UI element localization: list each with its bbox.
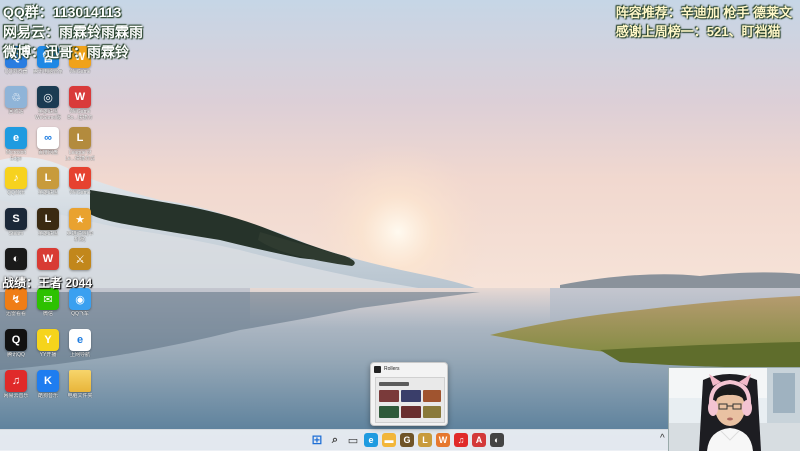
desktop-shortcut-label: 微信 bbox=[42, 311, 53, 317]
desktop-shortcut[interactable]: ♫ 网易云音乐 bbox=[1, 370, 31, 405]
desktop-shortcut-label: 酷狗音乐 bbox=[37, 393, 58, 399]
baidu-netdisk-icon: ∞ bbox=[37, 127, 59, 149]
edge-taskbar-icon[interactable]: e bbox=[364, 433, 378, 447]
desktop-shortcut-label: 英雄联盟 bbox=[37, 231, 58, 237]
desktop-shortcut-label: Microsoft Edge bbox=[5, 150, 27, 162]
wegame-taskbar-icon[interactable]: W bbox=[436, 433, 450, 447]
preview-title: Rollers bbox=[384, 366, 400, 372]
desktop-shortcut-label: 腾讯QQ bbox=[7, 352, 25, 358]
thanks-text: 感谢上周榜一：521、盯裆猫 bbox=[615, 24, 781, 39]
desktop-shortcut[interactable]: W WeGame bbox=[65, 167, 95, 202]
game-icon: ◐ bbox=[5, 248, 27, 270]
lol-gold-taskbar-icon[interactable]: ◐ bbox=[490, 433, 504, 447]
desktop-shortcut-label: QQ浏览器 bbox=[4, 69, 28, 75]
desktop-shortcut[interactable]: ∞ 百度网盘 bbox=[33, 127, 63, 162]
kugou-icon: K bbox=[37, 370, 59, 392]
xunlei-icon: ↯ bbox=[5, 288, 27, 310]
league-icon: L bbox=[69, 127, 91, 149]
qq-music-icon: ♪ bbox=[5, 167, 27, 189]
desktop-shortcut[interactable]: e Microsoft Edge bbox=[1, 127, 31, 162]
app-taskbar-icon[interactable]: A bbox=[472, 433, 486, 447]
desktop-shortcut-label: 电脑文件夹 bbox=[67, 393, 93, 399]
desktop-shortcut[interactable]: S Steam bbox=[1, 208, 31, 243]
desktop-icon-grid: Q QQ浏览器管腾讯电脑管家 W WeGame ♲ 回收站 ◎ 英雄联盟WeGame版 W WeG… bbox=[0, 46, 100, 416]
netease-text: 网易云：雨霖铃雨霖雨 bbox=[3, 24, 143, 40]
desktop-shortcut-label: YY开播 bbox=[39, 352, 57, 358]
desktop-shortcut-label: 英雄联盟 bbox=[37, 190, 58, 196]
rank-record-text: 战绩：王者 2044 bbox=[2, 276, 93, 290]
desktop-shortcut[interactable]: ♲ 回收站 bbox=[1, 86, 31, 121]
desktop-shortcut[interactable]: 电脑文件夹 bbox=[65, 370, 95, 405]
yy-icon: Y bbox=[37, 329, 59, 351]
steam-icon: S bbox=[5, 208, 27, 230]
league-taskbar-icon[interactable]: G bbox=[400, 433, 414, 447]
desktop-shortcut-label: 百度网盘 bbox=[37, 150, 58, 156]
show-hidden-icons-chevron-icon[interactable]: ^ bbox=[660, 433, 665, 444]
desktop-shortcut-label: 迅雷看看 bbox=[5, 311, 26, 317]
desktop-shortcut[interactable]: K 酷狗音乐 bbox=[33, 370, 63, 405]
stream-info-right: 阵容推荐：辛迪加 枪手 德莱文 感谢上周榜一：521、盯裆猫 bbox=[616, 3, 792, 41]
desktop-shortcut-label: 上网导航 bbox=[69, 352, 90, 358]
desktop-shortcut[interactable]: ↯ 迅雷看看 bbox=[1, 288, 31, 323]
search-icon[interactable]: ⌕ bbox=[328, 433, 342, 447]
stream-info-left: QQ群：113014113 网易云：雨霖铃雨霖雨 微博：迅哥：雨霖铃 bbox=[3, 2, 143, 62]
task-view-icon[interactable]: ▭ bbox=[346, 433, 360, 447]
desktop-shortcut-label: 腾讯电脑管家 bbox=[33, 69, 63, 75]
desktop-shortcut-label: QQ音乐 bbox=[7, 190, 25, 196]
taskbar-window-preview[interactable]: Rollers bbox=[370, 362, 448, 426]
desktop-shortcut-label: QQ飞车 bbox=[71, 311, 89, 317]
desktop-shortcut[interactable]: WWeGame Bo...快捷方式 bbox=[65, 86, 95, 121]
netease-taskbar-icon[interactable]: ♫ bbox=[454, 433, 468, 447]
desktop-shortcut-label: WeGame bbox=[69, 69, 91, 75]
lol-taskbar-icon[interactable]: L bbox=[418, 433, 432, 447]
qq-group-text: QQ群：113014113 bbox=[3, 4, 122, 20]
desktop-shortcut-label: WeGame bbox=[69, 190, 91, 196]
lol-gold-icon: L bbox=[37, 208, 59, 230]
desktop-shortcut[interactable]: ✉ 微信 bbox=[33, 288, 63, 323]
netease-music-icon: ♫ bbox=[5, 370, 27, 392]
desktop-shortcut-label: WeGame Bo...快捷方式 bbox=[67, 109, 93, 121]
ie-icon: e bbox=[69, 329, 91, 351]
desktop-shortcut[interactable]: ★ 英雄联盟(单机版) bbox=[65, 208, 95, 243]
qq-icon: Q bbox=[5, 329, 27, 351]
streamer-webcam bbox=[668, 367, 800, 451]
wegame-small-icon: W bbox=[37, 248, 59, 270]
file-explorer-icon[interactable]: ▬ bbox=[382, 433, 396, 447]
desktop-shortcut[interactable]: ◉ QQ飞车 bbox=[65, 288, 95, 323]
app-icon bbox=[374, 365, 381, 373]
desktop-shortcut-label: 回收站 bbox=[8, 109, 24, 115]
folder-icon bbox=[69, 370, 91, 392]
weibo-text: 微博：迅哥：雨霖铃 bbox=[3, 44, 129, 60]
recommend-text: 阵容推荐：辛迪加 枪手 德莱文 bbox=[615, 5, 792, 20]
start-icon[interactable]: ⊞ bbox=[310, 432, 324, 447]
desktop-shortcut[interactable]: e 上网导航 bbox=[65, 329, 95, 364]
desktop-shortcut-label: 英雄联盟(单机版) bbox=[66, 231, 94, 243]
recycle-bin-icon: ♲ bbox=[5, 86, 27, 108]
desktop-shortcut[interactable]: ♪ QQ音乐 bbox=[1, 167, 31, 202]
desktop-shortcut[interactable]: Q 腾讯QQ bbox=[1, 329, 31, 364]
desktop-shortcut-label: Steam bbox=[8, 231, 24, 237]
desktop-shortcut[interactable]: L League of Le...快捷方式 bbox=[65, 127, 95, 162]
wegame-flame-icon: W bbox=[69, 167, 91, 189]
preview-thumbnail[interactable] bbox=[375, 377, 445, 423]
desktop-shortcut[interactable]: L 英雄联盟 bbox=[33, 167, 63, 202]
desktop-shortcut[interactable]: ◎ 英雄联盟WeGame版 bbox=[33, 86, 63, 121]
lol-wegame-icon: ◎ bbox=[37, 86, 59, 108]
lol-icon: L bbox=[37, 167, 59, 189]
edge-icon: e bbox=[5, 127, 27, 149]
qq-speed-icon: ◉ bbox=[69, 288, 91, 310]
desktop-shortcut[interactable]: L 英雄联盟 bbox=[33, 208, 63, 243]
desktop-shortcut-label: League of Le...快捷方式 bbox=[65, 150, 95, 162]
desktop-shortcut-label: 网易云音乐 bbox=[3, 393, 29, 399]
desktop-shortcut[interactable]: Y YY开播 bbox=[33, 329, 63, 364]
wegame-red-icon: W bbox=[69, 86, 91, 108]
lol-swords-icon: ⚔ bbox=[69, 248, 91, 270]
wechat-icon: ✉ bbox=[37, 288, 59, 310]
desktop-shortcut-label: 英雄联盟WeGame版 bbox=[34, 109, 62, 121]
preview-header: Rollers bbox=[371, 363, 447, 375]
lol-offline-icon: ★ bbox=[69, 208, 91, 230]
